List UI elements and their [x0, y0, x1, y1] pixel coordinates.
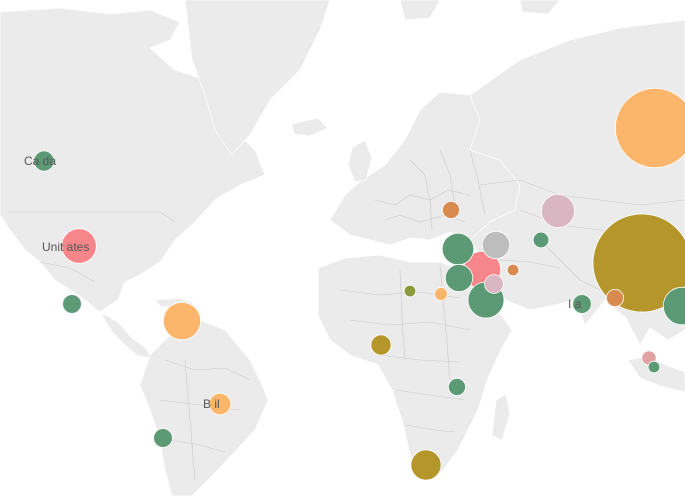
madagascar-landmass [491, 393, 511, 441]
bubble-uzbekistan[interactable] [506, 263, 520, 277]
bubble-united-states[interactable] [61, 228, 97, 264]
bubble-thailand[interactable] [647, 360, 661, 374]
south-america-landmass [139, 319, 269, 496]
bubble-canada[interactable] [33, 150, 55, 172]
arctic-islands [399, 0, 561, 21]
bubble-afghanistan[interactable] [484, 274, 504, 294]
map-canvas[interactable] [0, 0, 685, 496]
bubble-ukraine[interactable] [441, 200, 460, 219]
bubble-kenya[interactable] [447, 377, 466, 396]
bubble-turkey[interactable] [441, 232, 475, 266]
bubble-nigeria[interactable] [370, 334, 392, 356]
world-map[interactable]: Ca da Unit ates B il I a [0, 0, 685, 496]
bubble-nepal[interactable] [606, 288, 625, 307]
bubble-mexico[interactable] [62, 294, 82, 314]
iceland-landmass [291, 117, 329, 137]
bubble-india[interactable] [572, 294, 592, 314]
bubble-syria[interactable] [444, 263, 474, 293]
bubble-kyrgyzstan[interactable] [532, 231, 550, 249]
bubble-venezuela[interactable] [162, 301, 202, 341]
bubble-chile[interactable] [153, 428, 173, 448]
bubble-egypt[interactable] [434, 287, 448, 301]
bubble-kazakhstan[interactable] [541, 193, 576, 228]
bubble-south-africa[interactable] [410, 449, 442, 481]
land-layer [0, 0, 685, 496]
bubble-libya[interactable] [403, 284, 417, 298]
central-america-landmass [98, 310, 153, 359]
bubble-turkmenistan[interactable] [481, 230, 511, 260]
bubble-brazil[interactable] [208, 392, 232, 416]
